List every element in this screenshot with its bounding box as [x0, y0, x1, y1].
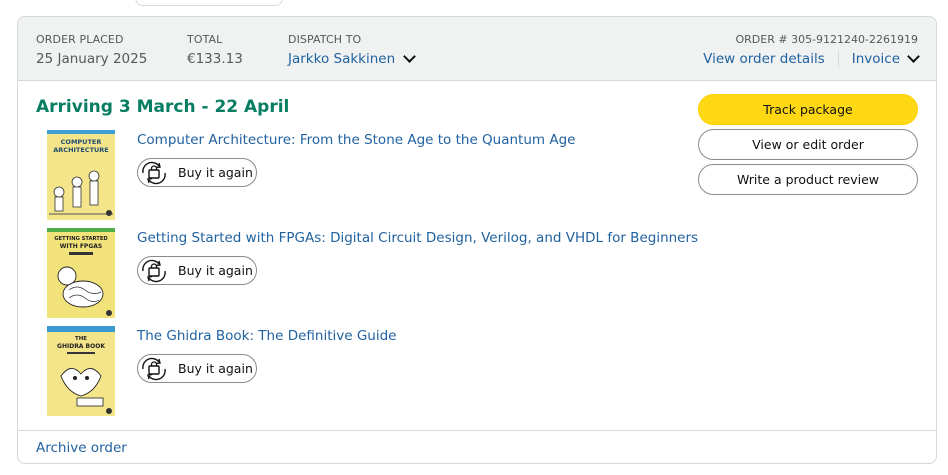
partial-control-top [135, 0, 283, 6]
dispatch-recipient-dropdown[interactable]: Jarkko Sakkinen [288, 50, 417, 67]
order-actions: Track package View or edit order Write a… [698, 94, 918, 199]
invoice-dropdown[interactable]: Invoice [851, 50, 920, 67]
order-card: ORDER PLACED 25 January 2025 TOTAL €133.… [17, 16, 937, 464]
chevron-down-icon [907, 50, 920, 63]
recipient-name: Jarkko Sakkinen [288, 51, 396, 67]
total-amount: €133.13 [187, 51, 243, 67]
view-edit-order-button[interactable]: View or edit order [698, 129, 918, 160]
order-item: GETTING STARTED WITH FPGAS Getting Start… [47, 228, 698, 318]
buy-it-again-label: Buy it again [178, 165, 253, 180]
cart-reorder-icon [142, 357, 166, 380]
buy-it-again-label: Buy it again [178, 263, 253, 278]
write-review-button[interactable]: Write a product review [698, 164, 918, 195]
delivery-status: Arriving 3 March - 22 April [36, 97, 290, 117]
order-placed-label: ORDER PLACED [36, 33, 124, 46]
cover-title: THE [75, 336, 87, 342]
order-placed-date: 25 January 2025 [36, 51, 148, 67]
view-order-details-link[interactable]: View order details [703, 51, 825, 67]
total-label: TOTAL [187, 33, 223, 46]
product-image[interactable]: GETTING STARTED WITH FPGAS [47, 228, 115, 318]
order-number: ORDER # 305-9121240-2261919 [735, 33, 919, 46]
order-id-block: ORDER # 305-9121240-2261919 View order d… [703, 33, 920, 67]
cart-reorder-icon [142, 161, 166, 184]
buy-it-again-button[interactable]: Buy it again [137, 158, 257, 187]
order-placed-block: ORDER PLACED 25 January 2025 [36, 33, 147, 67]
order-item: COMPUTER ARCHITECTURE Computer Architect… [47, 130, 687, 220]
cart-reorder-icon [142, 259, 166, 282]
track-package-button[interactable]: Track package [698, 94, 918, 125]
product-image[interactable]: COMPUTER ARCHITECTURE [47, 130, 115, 220]
order-footer: Archive order [18, 430, 936, 463]
product-image[interactable]: THE GHIDRA BOOK [47, 326, 115, 416]
cover-title: GETTING STARTED [54, 236, 108, 242]
cover-title: WITH FPGAS [60, 243, 102, 250]
dispatch-block: DISPATCH TO Jarkko Sakkinen [288, 33, 417, 67]
cover-title: ARCHITECTURE [53, 146, 108, 154]
total-block: TOTAL €133.13 [187, 33, 243, 67]
buy-it-again-button[interactable]: Buy it again [137, 256, 257, 285]
buy-it-again-button[interactable]: Buy it again [137, 354, 257, 383]
dispatch-label: DISPATCH TO [288, 33, 362, 46]
invoice-label: Invoice [851, 51, 900, 67]
cover-title: COMPUTER [61, 138, 102, 146]
buy-it-again-label: Buy it again [178, 361, 253, 376]
order-item: THE GHIDRA BOOK The Ghidra Book: The Def… [47, 326, 687, 416]
order-header: ORDER PLACED 25 January 2025 TOTAL €133.… [18, 17, 936, 81]
product-title-link[interactable]: Computer Architecture: From the Stone Ag… [137, 132, 575, 148]
product-title-link[interactable]: Getting Started with FPGAs: Digital Circ… [137, 230, 698, 246]
product-title-link[interactable]: The Ghidra Book: The Definitive Guide [137, 328, 396, 344]
cover-title: GHIDRA BOOK [57, 343, 105, 350]
divider [837, 51, 839, 67]
chevron-down-icon [403, 50, 417, 63]
archive-order-link[interactable]: Archive order [36, 440, 127, 456]
